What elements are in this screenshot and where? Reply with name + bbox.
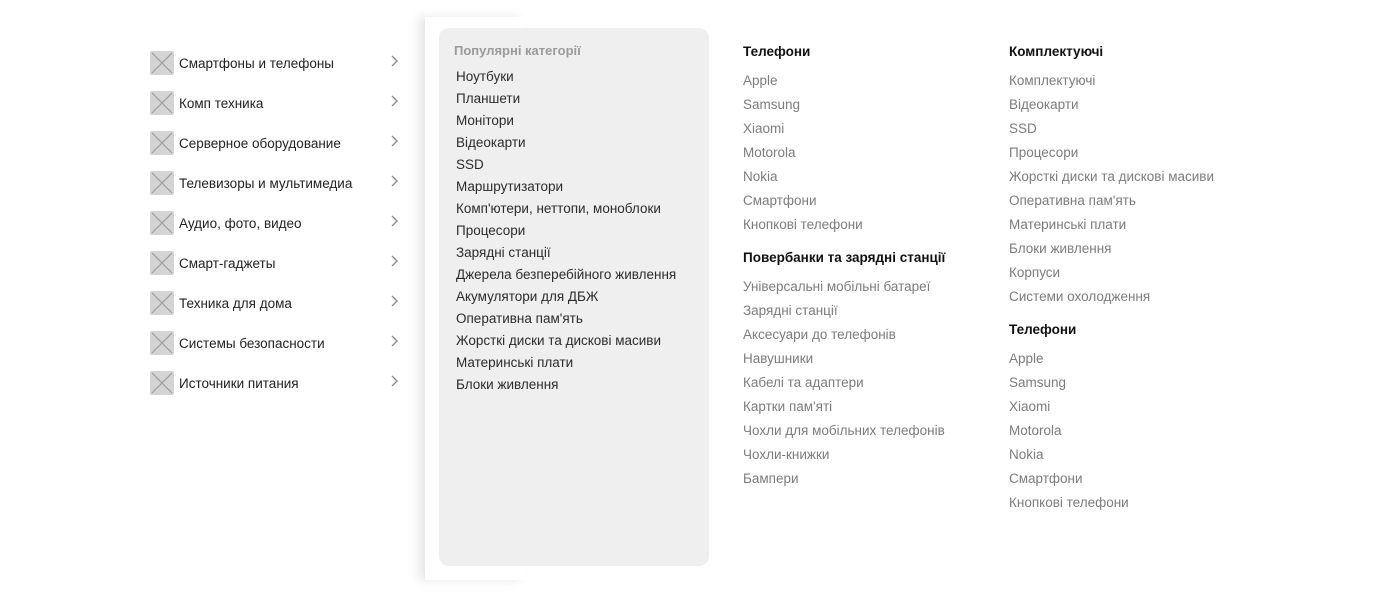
chevron-right-icon: [390, 334, 398, 352]
subcategory-link[interactable]: Процесори: [1009, 141, 1214, 165]
category-label: Телевизоры и мультимедиа: [179, 175, 353, 191]
popular-category-link[interactable]: Оперативна пам'ять: [456, 308, 676, 330]
image-placeholder-icon: [150, 171, 174, 195]
category-label: Источники питания: [179, 375, 299, 391]
chevron-right-icon: [390, 214, 398, 232]
category-item[interactable]: Источники питания: [150, 363, 410, 403]
image-placeholder-icon: [150, 131, 174, 155]
subcategory-group-list: Комплектуючі Відеокарти SSD Процесори Жорстк…: [1009, 69, 1214, 309]
category-menu: Смартфоны и телефоны Комп техника Серверно…: [150, 43, 410, 411]
chevron-right-icon: [390, 294, 398, 312]
category-label: Системы безопасности: [179, 335, 325, 351]
chevron-right-icon: [390, 254, 398, 272]
subcategory-link[interactable]: Картки пам'яті: [743, 395, 945, 419]
subcategory-link[interactable]: Apple: [743, 69, 945, 93]
subcategory-link[interactable]: Xiaomi: [743, 117, 945, 141]
image-placeholder-icon: [150, 211, 174, 235]
category-label: Серверное оборудование: [179, 135, 341, 151]
popular-category-link[interactable]: Відеокарти: [456, 132, 676, 154]
subcategory-link[interactable]: Чохли для мобільних телефонів: [743, 419, 945, 443]
image-placeholder-icon: [150, 251, 174, 275]
image-placeholder-icon: [150, 331, 174, 355]
popular-category-link[interactable]: Материнські плати: [456, 352, 676, 374]
chevron-right-icon: [390, 54, 398, 72]
subcategory-link[interactable]: Відеокарти: [1009, 93, 1214, 117]
chevron-right-icon: [390, 134, 398, 152]
category-item[interactable]: Серверное оборудование: [150, 123, 410, 163]
category-item[interactable]: Смарт-гаджеты: [150, 243, 410, 283]
subcategory-group-title[interactable]: Комплектуючі: [1009, 43, 1214, 61]
subcategory-group-list: Apple Samsung Xiaomi Motorola Nokia Смартфони…: [743, 69, 945, 237]
chevron-right-icon: [390, 374, 398, 392]
subcategory-column-2: Комплектуючі Комплектуючі Відеокарти SSD Про…: [1009, 43, 1214, 527]
subcategory-link[interactable]: Samsung: [1009, 371, 1214, 395]
subcategory-link[interactable]: Motorola: [743, 141, 945, 165]
image-placeholder-icon: [150, 91, 174, 115]
subcategory-link[interactable]: Універсальні мобільні батареї: [743, 275, 945, 299]
subcategory-link[interactable]: Корпуси: [1009, 261, 1214, 285]
subcategory-link[interactable]: Кнопкові телефони: [1009, 491, 1214, 515]
subcategory-link[interactable]: Nokia: [1009, 443, 1214, 467]
popular-categories-list: Ноутбуки Планшети Монітори Відеокарти SSD Мар…: [456, 66, 676, 396]
subcategory-link[interactable]: Зарядні станції: [743, 299, 945, 323]
subcategory-link[interactable]: Кабелі та адаптери: [743, 371, 945, 395]
subcategory-link[interactable]: Чохли-книжки: [743, 443, 945, 467]
image-placeholder-icon: [150, 291, 174, 315]
subcategory-link[interactable]: SSD: [1009, 117, 1214, 141]
popular-category-link[interactable]: Ноутбуки: [456, 66, 676, 88]
subcategory-link[interactable]: Nokia: [743, 165, 945, 189]
popular-category-link[interactable]: SSD: [456, 154, 676, 176]
subcategory-group-list: Apple Samsung Xiaomi Motorola Nokia Смартфони…: [1009, 347, 1214, 515]
category-item[interactable]: Телевизоры и мультимедиа: [150, 163, 410, 203]
image-placeholder-icon: [150, 51, 174, 75]
chevron-right-icon: [390, 94, 398, 112]
subcategory-column-1: Телефони Apple Samsung Xiaomi Motorola Nokia С…: [743, 43, 945, 503]
popular-category-link[interactable]: Акумулятори для ДБЖ: [456, 286, 676, 308]
subcategory-link[interactable]: Комплектуючі: [1009, 69, 1214, 93]
subcategory-link[interactable]: Материнські плати: [1009, 213, 1214, 237]
popular-category-link[interactable]: Зарядні станції: [456, 242, 676, 264]
subcategory-link[interactable]: Смартфони: [743, 189, 945, 213]
popular-category-link[interactable]: Джерела безперебійного живлення: [456, 264, 676, 286]
category-item[interactable]: Смартфоны и телефоны: [150, 43, 410, 83]
popular-category-link[interactable]: Блоки живлення: [456, 374, 676, 396]
category-label: Аудио, фото, видео: [179, 215, 302, 231]
subcategory-link[interactable]: Системи охолодження: [1009, 285, 1214, 309]
subcategory-link[interactable]: Apple: [1009, 347, 1214, 371]
subcategory-link[interactable]: Кнопкові телефони: [743, 213, 945, 237]
subcategory-group-title[interactable]: Повербанки та зарядні станції: [743, 249, 945, 267]
category-item[interactable]: Аудио, фото, видео: [150, 203, 410, 243]
subcategory-link[interactable]: Samsung: [743, 93, 945, 117]
popular-category-link[interactable]: Жорсткі диски та дискові масиви: [456, 330, 676, 352]
category-item[interactable]: Комп техника: [150, 83, 410, 123]
subcategory-link[interactable]: Навушники: [743, 347, 945, 371]
subcategory-group-list: Універсальні мобільні батареї Зарядні ста…: [743, 275, 945, 491]
subcategory-link[interactable]: Жорсткі диски та дискові масиви: [1009, 165, 1214, 189]
category-label: Техника для дома: [179, 295, 292, 311]
category-item[interactable]: Техника для дома: [150, 283, 410, 323]
popular-category-link[interactable]: Планшети: [456, 88, 676, 110]
popular-category-link[interactable]: Монітори: [456, 110, 676, 132]
popular-category-link[interactable]: Комп'ютери, неттопи, моноблоки: [456, 198, 676, 220]
subcategory-link[interactable]: Смартфони: [1009, 467, 1214, 491]
category-item[interactable]: Системы безопасности: [150, 323, 410, 363]
subcategory-link[interactable]: Блоки живлення: [1009, 237, 1214, 261]
subcategory-link[interactable]: Оперативна пам'ять: [1009, 189, 1214, 213]
category-label: Комп техника: [179, 95, 264, 111]
subcategory-link[interactable]: Бампери: [743, 467, 945, 491]
subcategory-link[interactable]: Motorola: [1009, 419, 1214, 443]
chevron-right-icon: [390, 174, 398, 192]
popular-category-link[interactable]: Маршрутизатори: [456, 176, 676, 198]
subcategory-group-title[interactable]: Телефони: [743, 43, 945, 61]
popular-categories-title: Популярні категорії: [454, 43, 581, 58]
popular-category-link[interactable]: Процесори: [456, 220, 676, 242]
subcategory-link[interactable]: Аксесуари до телефонів: [743, 323, 945, 347]
subcategory-link[interactable]: Xiaomi: [1009, 395, 1214, 419]
category-label: Смартфоны и телефоны: [179, 55, 334, 71]
subcategory-group-title[interactable]: Телефони: [1009, 321, 1214, 339]
popular-categories-panel: Популярні категорії Ноутбуки Планшети Моні…: [439, 28, 709, 566]
image-placeholder-icon: [150, 371, 174, 395]
category-label: Смарт-гаджеты: [179, 255, 276, 271]
